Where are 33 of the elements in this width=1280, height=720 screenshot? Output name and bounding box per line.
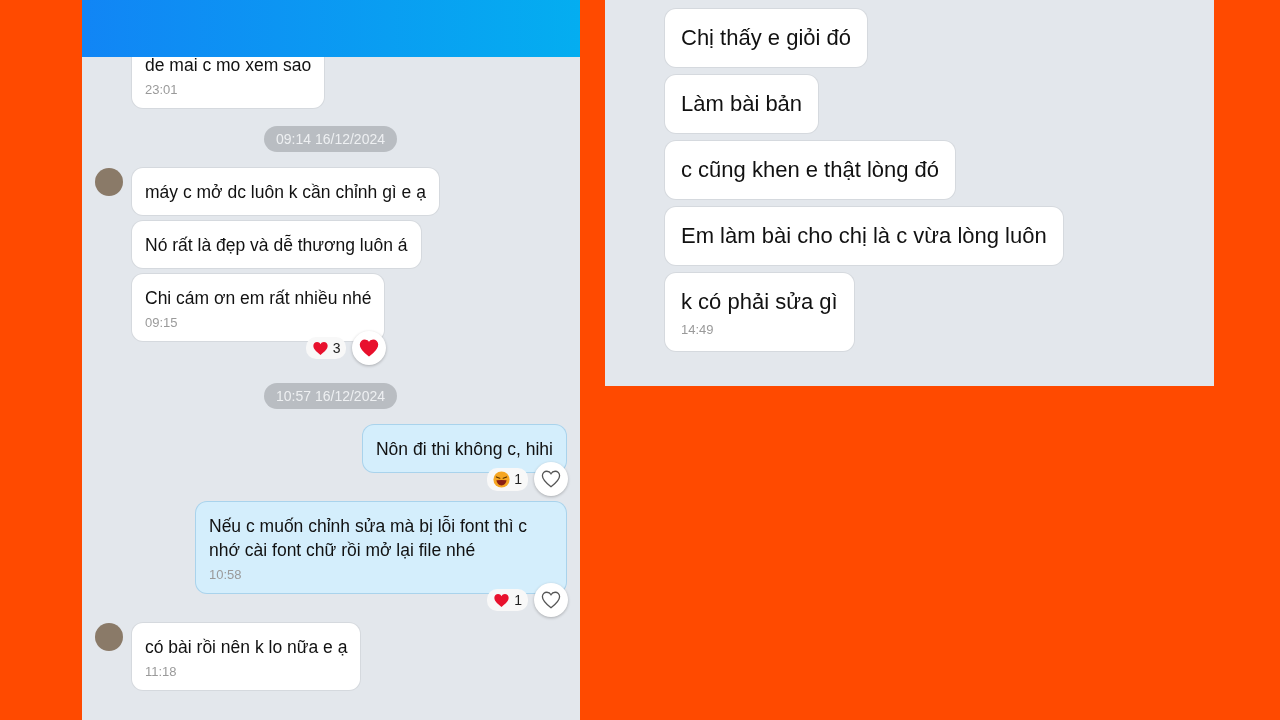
reaction-number: 1 bbox=[514, 592, 522, 608]
reaction-number: 3 bbox=[332, 340, 341, 356]
heart-icon bbox=[541, 470, 561, 488]
avatar[interactable] bbox=[95, 168, 123, 196]
message-text: de mai c mo xem sao bbox=[145, 54, 312, 77]
message-text: Làm bài bản bbox=[681, 90, 803, 118]
message-text: Chị thấy e giỏi đó bbox=[681, 24, 851, 52]
avatar[interactable] bbox=[95, 623, 123, 651]
message-text: Nôn đi thi không c, hihi bbox=[375, 438, 553, 461]
laughing-face-icon bbox=[493, 470, 511, 488]
heart-icon bbox=[541, 591, 561, 609]
reaction-count[interactable]: 1 bbox=[487, 589, 528, 611]
like-button[interactable] bbox=[534, 583, 568, 617]
message-time: 09:15 bbox=[145, 315, 179, 330]
message-time: 11:18 bbox=[145, 664, 178, 679]
like-button[interactable] bbox=[534, 462, 568, 496]
message-text: Chi cám ơn em rất nhiều nhé bbox=[145, 287, 372, 310]
heart-icon bbox=[311, 340, 329, 356]
like-button[interactable] bbox=[352, 331, 387, 365]
reaction-count[interactable]: 3 bbox=[305, 337, 347, 359]
message-text: Nếu c muốn chỉnh sửa mà bị lỗi font thì c nhớ cài font chữ rồi mở lại file nhé bbox=[209, 514, 529, 562]
message-time: 10:58 bbox=[209, 567, 243, 582]
message-text: máy c mở dc luôn k cần chỉnh gì e ạ bbox=[145, 181, 426, 204]
message-text: Em làm bài cho chị là c vừa lòng luôn bbox=[681, 222, 1047, 250]
message-time: 14:49 bbox=[681, 322, 715, 337]
reaction-number: 1 bbox=[514, 471, 522, 487]
message-text: c cũng khen e thật lòng đó bbox=[681, 156, 940, 184]
message-time: 23:01 bbox=[145, 82, 179, 97]
message-text: k có phải sửa gì bbox=[681, 288, 838, 316]
heart-icon bbox=[359, 339, 380, 357]
heart-icon bbox=[493, 592, 511, 608]
message-text: có bài rồi nên k lo nữa e ạ bbox=[145, 636, 348, 659]
message-text: Nó rất là đẹp và dễ thương luôn á bbox=[145, 233, 408, 257]
